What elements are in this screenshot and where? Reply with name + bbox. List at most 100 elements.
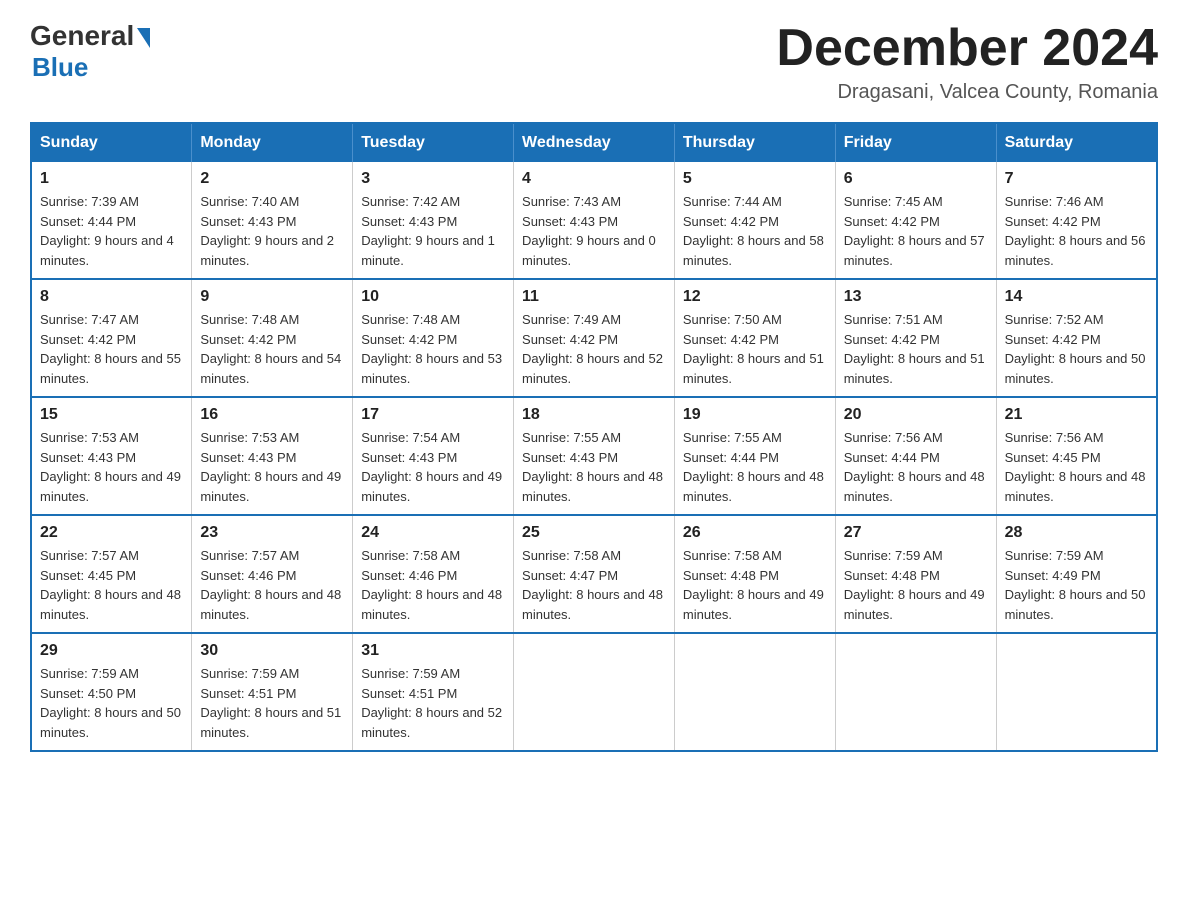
logo-triangle-icon	[137, 28, 150, 48]
calendar-cell: 28 Sunrise: 7:59 AM Sunset: 4:49 PM Dayl…	[996, 515, 1157, 633]
day-number: 31	[361, 642, 505, 660]
day-info: Sunrise: 7:53 AM Sunset: 4:43 PM Dayligh…	[40, 428, 183, 506]
calendar-cell: 7 Sunrise: 7:46 AM Sunset: 4:42 PM Dayli…	[996, 162, 1157, 279]
calendar-cell: 18 Sunrise: 7:55 AM Sunset: 4:43 PM Dayl…	[514, 397, 675, 515]
day-info: Sunrise: 7:42 AM Sunset: 4:43 PM Dayligh…	[361, 192, 505, 270]
day-info: Sunrise: 7:47 AM Sunset: 4:42 PM Dayligh…	[40, 310, 183, 388]
day-number: 19	[683, 406, 827, 424]
day-number: 29	[40, 642, 183, 660]
day-info: Sunrise: 7:58 AM Sunset: 4:47 PM Dayligh…	[522, 546, 666, 624]
day-info: Sunrise: 7:56 AM Sunset: 4:45 PM Dayligh…	[1005, 428, 1148, 506]
day-number: 7	[1005, 170, 1148, 188]
calendar-table: SundayMondayTuesdayWednesdayThursdayFrid…	[30, 122, 1158, 752]
day-info: Sunrise: 7:51 AM Sunset: 4:42 PM Dayligh…	[844, 310, 988, 388]
day-number: 18	[522, 406, 666, 424]
week-row-2: 8 Sunrise: 7:47 AM Sunset: 4:42 PM Dayli…	[31, 279, 1157, 397]
calendar-cell: 30 Sunrise: 7:59 AM Sunset: 4:51 PM Dayl…	[192, 633, 353, 751]
day-info: Sunrise: 7:48 AM Sunset: 4:42 PM Dayligh…	[361, 310, 505, 388]
calendar-cell	[835, 633, 996, 751]
logo-blue-text: Blue	[32, 52, 88, 83]
calendar-cell: 4 Sunrise: 7:43 AM Sunset: 4:43 PM Dayli…	[514, 162, 675, 279]
day-number: 27	[844, 524, 988, 542]
calendar-cell: 6 Sunrise: 7:45 AM Sunset: 4:42 PM Dayli…	[835, 162, 996, 279]
weekday-header-tuesday: Tuesday	[353, 123, 514, 162]
day-number: 14	[1005, 288, 1148, 306]
week-row-4: 22 Sunrise: 7:57 AM Sunset: 4:45 PM Dayl…	[31, 515, 1157, 633]
calendar-cell: 1 Sunrise: 7:39 AM Sunset: 4:44 PM Dayli…	[31, 162, 192, 279]
day-info: Sunrise: 7:39 AM Sunset: 4:44 PM Dayligh…	[40, 192, 183, 270]
day-number: 11	[522, 288, 666, 306]
day-number: 23	[200, 524, 344, 542]
week-row-5: 29 Sunrise: 7:59 AM Sunset: 4:50 PM Dayl…	[31, 633, 1157, 751]
day-info: Sunrise: 7:58 AM Sunset: 4:48 PM Dayligh…	[683, 546, 827, 624]
calendar-cell: 10 Sunrise: 7:48 AM Sunset: 4:42 PM Dayl…	[353, 279, 514, 397]
day-number: 17	[361, 406, 505, 424]
day-info: Sunrise: 7:57 AM Sunset: 4:46 PM Dayligh…	[200, 546, 344, 624]
title-block: December 2024 Dragasani, Valcea County, …	[776, 20, 1158, 104]
calendar-cell: 26 Sunrise: 7:58 AM Sunset: 4:48 PM Dayl…	[674, 515, 835, 633]
page-header: General Blue December 2024 Dragasani, Va…	[30, 20, 1158, 104]
day-info: Sunrise: 7:55 AM Sunset: 4:43 PM Dayligh…	[522, 428, 666, 506]
day-info: Sunrise: 7:54 AM Sunset: 4:43 PM Dayligh…	[361, 428, 505, 506]
calendar-cell	[996, 633, 1157, 751]
calendar-cell: 24 Sunrise: 7:58 AM Sunset: 4:46 PM Dayl…	[353, 515, 514, 633]
weekday-header-friday: Friday	[835, 123, 996, 162]
day-number: 12	[683, 288, 827, 306]
weekday-header-wednesday: Wednesday	[514, 123, 675, 162]
day-number: 20	[844, 406, 988, 424]
calendar-cell	[674, 633, 835, 751]
day-number: 6	[844, 170, 988, 188]
day-number: 5	[683, 170, 827, 188]
calendar-cell: 11 Sunrise: 7:49 AM Sunset: 4:42 PM Dayl…	[514, 279, 675, 397]
calendar-cell: 14 Sunrise: 7:52 AM Sunset: 4:42 PM Dayl…	[996, 279, 1157, 397]
day-info: Sunrise: 7:59 AM Sunset: 4:51 PM Dayligh…	[200, 664, 344, 742]
day-number: 10	[361, 288, 505, 306]
location: Dragasani, Valcea County, Romania	[776, 81, 1158, 104]
day-info: Sunrise: 7:59 AM Sunset: 4:49 PM Dayligh…	[1005, 546, 1148, 624]
day-info: Sunrise: 7:55 AM Sunset: 4:44 PM Dayligh…	[683, 428, 827, 506]
day-number: 9	[200, 288, 344, 306]
calendar-cell: 22 Sunrise: 7:57 AM Sunset: 4:45 PM Dayl…	[31, 515, 192, 633]
day-info: Sunrise: 7:58 AM Sunset: 4:46 PM Dayligh…	[361, 546, 505, 624]
weekday-header-row: SundayMondayTuesdayWednesdayThursdayFrid…	[31, 123, 1157, 162]
day-number: 13	[844, 288, 988, 306]
calendar-cell: 15 Sunrise: 7:53 AM Sunset: 4:43 PM Dayl…	[31, 397, 192, 515]
day-info: Sunrise: 7:52 AM Sunset: 4:42 PM Dayligh…	[1005, 310, 1148, 388]
day-info: Sunrise: 7:40 AM Sunset: 4:43 PM Dayligh…	[200, 192, 344, 270]
calendar-cell: 29 Sunrise: 7:59 AM Sunset: 4:50 PM Dayl…	[31, 633, 192, 751]
calendar-cell	[514, 633, 675, 751]
day-info: Sunrise: 7:46 AM Sunset: 4:42 PM Dayligh…	[1005, 192, 1148, 270]
calendar-cell: 31 Sunrise: 7:59 AM Sunset: 4:51 PM Dayl…	[353, 633, 514, 751]
day-info: Sunrise: 7:45 AM Sunset: 4:42 PM Dayligh…	[844, 192, 988, 270]
calendar-cell: 23 Sunrise: 7:57 AM Sunset: 4:46 PM Dayl…	[192, 515, 353, 633]
week-row-3: 15 Sunrise: 7:53 AM Sunset: 4:43 PM Dayl…	[31, 397, 1157, 515]
day-number: 25	[522, 524, 666, 542]
day-number: 30	[200, 642, 344, 660]
calendar-cell: 9 Sunrise: 7:48 AM Sunset: 4:42 PM Dayli…	[192, 279, 353, 397]
calendar-cell: 2 Sunrise: 7:40 AM Sunset: 4:43 PM Dayli…	[192, 162, 353, 279]
calendar-cell: 17 Sunrise: 7:54 AM Sunset: 4:43 PM Dayl…	[353, 397, 514, 515]
calendar-cell: 13 Sunrise: 7:51 AM Sunset: 4:42 PM Dayl…	[835, 279, 996, 397]
logo: General Blue	[30, 20, 150, 83]
day-info: Sunrise: 7:50 AM Sunset: 4:42 PM Dayligh…	[683, 310, 827, 388]
day-number: 4	[522, 170, 666, 188]
week-row-1: 1 Sunrise: 7:39 AM Sunset: 4:44 PM Dayli…	[31, 162, 1157, 279]
calendar-cell: 21 Sunrise: 7:56 AM Sunset: 4:45 PM Dayl…	[996, 397, 1157, 515]
day-info: Sunrise: 7:56 AM Sunset: 4:44 PM Dayligh…	[844, 428, 988, 506]
day-number: 2	[200, 170, 344, 188]
day-info: Sunrise: 7:43 AM Sunset: 4:43 PM Dayligh…	[522, 192, 666, 270]
day-number: 8	[40, 288, 183, 306]
calendar-cell: 25 Sunrise: 7:58 AM Sunset: 4:47 PM Dayl…	[514, 515, 675, 633]
calendar-cell: 12 Sunrise: 7:50 AM Sunset: 4:42 PM Dayl…	[674, 279, 835, 397]
day-number: 21	[1005, 406, 1148, 424]
month-title: December 2024	[776, 20, 1158, 77]
day-number: 1	[40, 170, 183, 188]
day-info: Sunrise: 7:59 AM Sunset: 4:48 PM Dayligh…	[844, 546, 988, 624]
calendar-cell: 8 Sunrise: 7:47 AM Sunset: 4:42 PM Dayli…	[31, 279, 192, 397]
day-number: 16	[200, 406, 344, 424]
calendar-cell: 27 Sunrise: 7:59 AM Sunset: 4:48 PM Dayl…	[835, 515, 996, 633]
day-info: Sunrise: 7:53 AM Sunset: 4:43 PM Dayligh…	[200, 428, 344, 506]
calendar-cell: 5 Sunrise: 7:44 AM Sunset: 4:42 PM Dayli…	[674, 162, 835, 279]
day-info: Sunrise: 7:57 AM Sunset: 4:45 PM Dayligh…	[40, 546, 183, 624]
calendar-cell: 16 Sunrise: 7:53 AM Sunset: 4:43 PM Dayl…	[192, 397, 353, 515]
